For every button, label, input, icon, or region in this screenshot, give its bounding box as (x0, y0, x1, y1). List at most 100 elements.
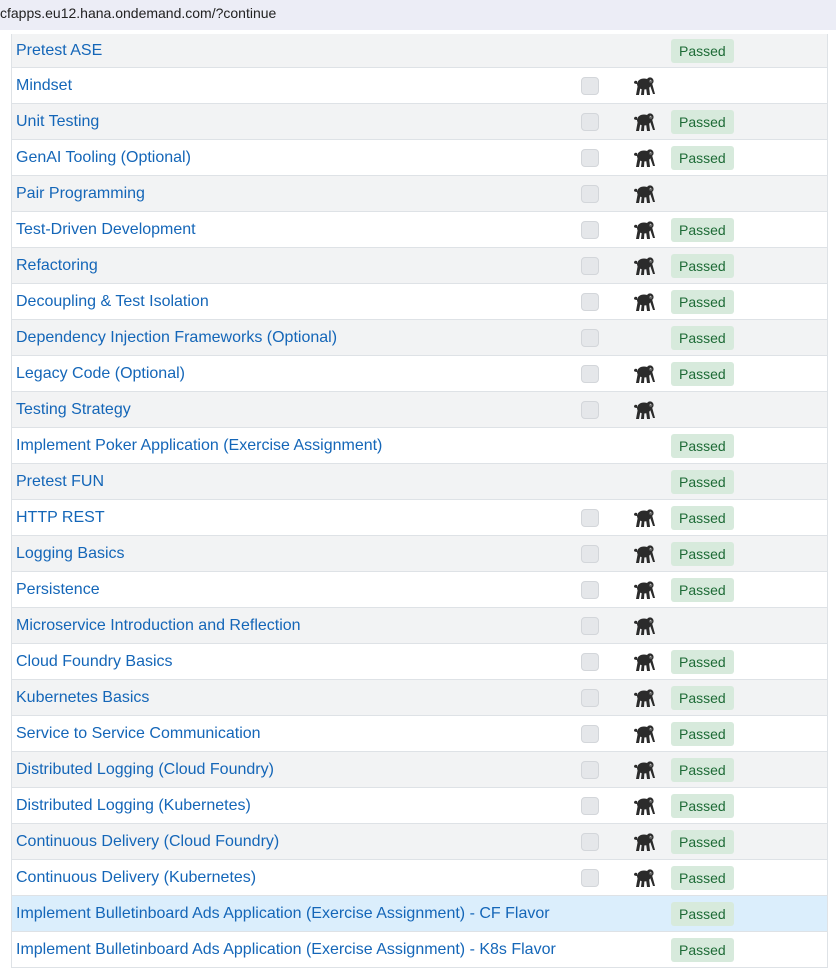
table-row: Test-Driven Development Passed (12, 212, 827, 248)
status-badge: Passed (671, 685, 734, 710)
url-text: cfapps.eu12.hana.ondemand.com/?continue (0, 5, 277, 21)
table-row: Implement Bulletinboard Ads Application … (12, 896, 827, 932)
module-link[interactable]: Cloud Foundry Basics (16, 644, 173, 679)
module-checkbox[interactable] (581, 652, 599, 671)
module-link[interactable]: Testing Strategy (16, 392, 131, 427)
status-badge: Passed (671, 757, 734, 782)
status-badge: Passed (671, 38, 734, 63)
status-badge: Passed (671, 829, 734, 854)
gorilla-icon (631, 183, 655, 205)
module-checkbox[interactable] (581, 76, 599, 95)
table-row: Dependency Injection Frameworks (Optiona… (12, 320, 827, 356)
status-badge: Passed (671, 505, 734, 530)
module-checkbox[interactable] (581, 508, 599, 527)
table-row: Continuous Delivery (Kubernetes) Passed (12, 860, 827, 896)
gorilla-icon (631, 795, 655, 817)
module-checkbox[interactable] (581, 184, 599, 203)
module-link[interactable]: Distributed Logging (Kubernetes) (16, 788, 251, 823)
module-link[interactable]: Test-Driven Development (16, 212, 196, 247)
gorilla-icon (631, 543, 655, 565)
module-link[interactable]: Pretest ASE (16, 34, 102, 67)
gorilla-icon (631, 219, 655, 241)
table-row: HTTP REST Passed (12, 500, 827, 536)
module-checkbox[interactable] (581, 544, 599, 563)
module-link[interactable]: Microservice Introduction and Reflection (16, 608, 301, 643)
gorilla-icon (631, 363, 655, 385)
module-link[interactable]: GenAI Tooling (Optional) (16, 140, 191, 175)
module-link[interactable]: Logging Basics (16, 536, 125, 571)
module-checkbox[interactable] (581, 148, 599, 167)
module-link[interactable]: Unit Testing (16, 104, 99, 139)
module-link[interactable]: Dependency Injection Frameworks (Optiona… (16, 320, 337, 355)
module-checkbox[interactable] (581, 616, 599, 635)
status-badge: Passed (671, 901, 734, 926)
table-row: Cloud Foundry Basics Passed (12, 644, 827, 680)
gorilla-icon (631, 291, 655, 313)
module-link[interactable]: Continuous Delivery (Cloud Foundry) (16, 824, 279, 859)
module-checkbox[interactable] (581, 292, 599, 311)
module-link[interactable]: Persistence (16, 572, 100, 607)
address-bar[interactable]: cfapps.eu12.hana.ondemand.com/?continue (0, 0, 836, 30)
table-row: Pretest ASE Passed (12, 34, 827, 68)
module-link[interactable]: Refactoring (16, 248, 98, 283)
module-checkbox[interactable] (581, 364, 599, 383)
gorilla-icon (631, 687, 655, 709)
gorilla-icon (631, 255, 655, 277)
gorilla-icon (631, 399, 655, 421)
table-row: Kubernetes Basics Passed (12, 680, 827, 716)
module-checkbox[interactable] (581, 724, 599, 743)
status-badge: Passed (671, 253, 734, 278)
course-modules-table: Pretest ASE Passed Mindset Unit Testing Pa… (11, 34, 828, 968)
gorilla-icon (631, 759, 655, 781)
module-link[interactable]: HTTP REST (16, 500, 105, 535)
gorilla-icon (631, 723, 655, 745)
status-badge: Passed (671, 937, 734, 962)
status-badge: Passed (671, 541, 734, 566)
module-link[interactable]: Pair Programming (16, 176, 145, 211)
table-row: Pair Programming (12, 176, 827, 212)
module-link[interactable]: Implement Bulletinboard Ads Application … (16, 896, 550, 931)
module-link[interactable]: Legacy Code (Optional) (16, 356, 185, 391)
table-row: Implement Poker Application (Exercise As… (12, 428, 827, 464)
module-link[interactable]: Service to Service Communication (16, 716, 261, 751)
table-row: Unit Testing Passed (12, 104, 827, 140)
module-checkbox[interactable] (581, 112, 599, 131)
module-link[interactable]: Implement Bulletinboard Ads Application … (16, 932, 556, 967)
module-checkbox[interactable] (581, 688, 599, 707)
table-row: Mindset (12, 68, 827, 104)
status-badge: Passed (671, 145, 734, 170)
table-row: Implement Bulletinboard Ads Application … (12, 932, 827, 968)
module-checkbox[interactable] (581, 796, 599, 815)
module-link[interactable]: Kubernetes Basics (16, 680, 149, 715)
table-row: Continuous Delivery (Cloud Foundry) Pass… (12, 824, 827, 860)
module-link[interactable]: Mindset (16, 68, 72, 103)
table-row: GenAI Tooling (Optional) Passed (12, 140, 827, 176)
gorilla-icon (631, 651, 655, 673)
module-checkbox[interactable] (581, 400, 599, 419)
status-badge: Passed (671, 325, 734, 350)
table-row: Decoupling & Test Isolation Passed (12, 284, 827, 320)
gorilla-icon (631, 111, 655, 133)
status-badge: Passed (671, 433, 734, 458)
gorilla-icon (631, 75, 655, 97)
module-link[interactable]: Distributed Logging (Cloud Foundry) (16, 752, 274, 787)
module-link[interactable]: Continuous Delivery (Kubernetes) (16, 860, 256, 895)
table-row: Microservice Introduction and Reflection (12, 608, 827, 644)
status-badge: Passed (671, 469, 734, 494)
gorilla-icon (631, 507, 655, 529)
module-checkbox[interactable] (581, 868, 599, 887)
gorilla-icon (631, 147, 655, 169)
module-checkbox[interactable] (581, 256, 599, 275)
gorilla-icon (631, 615, 655, 637)
module-link[interactable]: Pretest FUN (16, 464, 104, 499)
gorilla-icon (631, 579, 655, 601)
module-link[interactable]: Decoupling & Test Isolation (16, 284, 209, 319)
module-checkbox[interactable] (581, 580, 599, 599)
module-checkbox[interactable] (581, 220, 599, 239)
table-row: Refactoring Passed (12, 248, 827, 284)
module-link[interactable]: Implement Poker Application (Exercise As… (16, 428, 382, 463)
status-badge: Passed (671, 865, 734, 890)
module-checkbox[interactable] (581, 328, 599, 347)
module-checkbox[interactable] (581, 832, 599, 851)
module-checkbox[interactable] (581, 760, 599, 779)
